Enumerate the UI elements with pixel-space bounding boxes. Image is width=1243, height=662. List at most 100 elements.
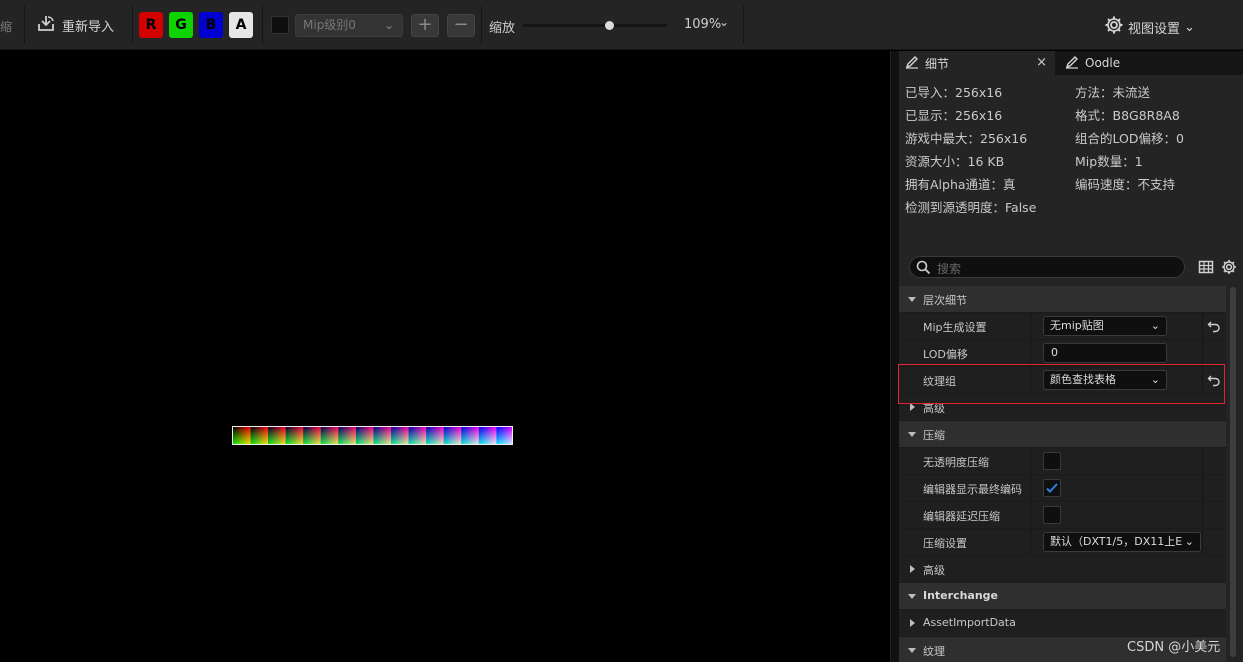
tab-details[interactable]: 细节 × <box>899 51 1055 75</box>
info-source-alpha: 检测到源透明度：False <box>905 200 1037 215</box>
property-no-alpha: 无透明度压缩 <box>899 448 1226 475</box>
tab-oodle[interactable]: Oodle <box>1059 51 1179 75</box>
no-alpha-checkbox[interactable] <box>1043 452 1061 470</box>
channel-r-toggle[interactable]: R <box>139 12 163 38</box>
mip-gen-value: 无mip贴图 <box>1050 319 1104 332</box>
editor-final-checkbox[interactable] <box>1043 479 1061 497</box>
viewer-toolbar: 缩 重新导入 R G B A Mip级别0 ⌄ + − 缩放 109% ⌄ 视图… <box>0 0 1243 50</box>
toolbar-divider <box>481 6 482 44</box>
highlight-box <box>898 364 1225 404</box>
compression-settings-label: 压缩设置 <box>923 537 967 550</box>
column-divider <box>1202 313 1203 339</box>
search-input[interactable]: 搜索 <box>909 256 1185 278</box>
reimport-button[interactable]: 重新导入 <box>36 13 114 37</box>
lod-bias-input[interactable]: 0 <box>1043 343 1167 363</box>
lut-cell-green <box>426 427 445 444</box>
zoom-value: 109% <box>684 17 722 32</box>
info-lod-bias: 组合的LOD偏移：0 <box>1075 131 1184 146</box>
no-alpha-label: 无透明度压缩 <box>923 456 989 469</box>
category-lod[interactable]: 层次细节 <box>899 286 1226 313</box>
mip-level-checkbox[interactable] <box>271 16 289 34</box>
collapsed-arrow-icon <box>910 619 915 627</box>
search-placeholder: 搜索 <box>937 262 962 276</box>
zoom-slider-thumb[interactable] <box>605 21 615 30</box>
chevron-down-icon: ⌄ <box>1182 533 1194 551</box>
reset-arrow-icon[interactable] <box>1207 319 1221 333</box>
details-panel: 细节 × Oodle 已导入：256x16 已显示：256x16 游戏中最大：2… <box>899 51 1243 662</box>
lut-cell-green <box>391 427 410 444</box>
expanded-arrow-icon <box>908 432 916 437</box>
tab-details-label: 细节 <box>925 56 950 71</box>
info-mip-count: Mip数量：1 <box>1075 154 1143 169</box>
lut-cell-green <box>268 427 287 444</box>
collapsed-arrow-icon <box>910 565 915 573</box>
property-lod-bias: LOD偏移 0 <box>899 340 1226 367</box>
category-compression[interactable]: 压缩 <box>899 421 1226 448</box>
property-compression-settings: 压缩设置 默认（DXT1/5，DX11上E ⌄ <box>899 529 1226 556</box>
mip-increase-button[interactable]: + <box>411 14 439 37</box>
editor-defer-checkbox[interactable] <box>1043 506 1061 524</box>
column-divider <box>1202 340 1203 366</box>
pencil-icon <box>905 55 919 72</box>
mip-decrease-button[interactable]: − <box>447 14 475 37</box>
column-divider <box>1202 448 1203 474</box>
watermark-text: CSDN @小美元 <box>1127 640 1221 655</box>
zoom-slider-track[interactable] <box>523 24 667 27</box>
advanced-label: 高级 <box>923 564 945 577</box>
column-divider <box>1202 502 1203 528</box>
view-settings-label: 视图设置 <box>1128 21 1181 37</box>
lut-cell-green <box>233 427 252 444</box>
column-divider <box>1202 475 1203 501</box>
toolbar-divider <box>24 6 25 44</box>
mip-level-select[interactable]: Mip级别0 ⌄ <box>295 14 403 37</box>
channel-b-toggle[interactable]: B <box>199 12 223 38</box>
tab-oodle-label: Oodle <box>1085 56 1121 70</box>
editor-final-label: 编辑器显示最终编码 <box>923 483 1022 496</box>
info-imported: 已导入：256x16 <box>905 85 1003 100</box>
toolbar-cut-label: 缩 <box>0 20 13 34</box>
category-compression-advanced[interactable]: 高级 <box>899 556 1226 583</box>
toolbar-divider <box>262 6 263 44</box>
column-divider <box>1030 475 1031 501</box>
toolbar-divider <box>743 6 744 44</box>
texture-viewport[interactable] <box>0 51 890 662</box>
chevron-down-icon: ⌄ <box>1148 317 1160 335</box>
toolbar-divider <box>132 6 133 44</box>
lut-cell-green <box>355 427 374 444</box>
expanded-arrow-icon <box>908 297 916 302</box>
info-max-ingame: 游戏中最大：256x16 <box>905 131 1028 146</box>
texture-preview <box>232 426 513 445</box>
info-resource-size: 资源大小：16 KB <box>905 154 1005 169</box>
property-asset-import-data[interactable]: AssetImportData <box>899 610 1226 637</box>
gear-icon[interactable] <box>1221 259 1237 275</box>
table-view-icon[interactable] <box>1198 259 1214 275</box>
property-list: 层次细节 Mip生成设置 无mip贴图 ⌄ LOD偏移 0 纹理组 颜色查找表格… <box>899 286 1226 662</box>
lut-cell-green <box>461 427 480 444</box>
panel-tab-bar: 细节 × Oodle <box>899 51 1243 75</box>
view-settings-button[interactable]: 视图设置 ⌄ <box>1104 15 1195 39</box>
property-mip-gen: Mip生成设置 无mip贴图 ⌄ <box>899 313 1226 340</box>
channel-a-toggle[interactable]: A <box>229 12 253 38</box>
lod-bias-label: LOD偏移 <box>923 348 968 361</box>
category-interchange[interactable]: Interchange <box>899 583 1226 610</box>
pencil-icon <box>1065 55 1079 72</box>
zoom-label: 缩放 <box>489 21 516 36</box>
gear-icon <box>1104 15 1124 39</box>
lut-cell-green <box>496 427 512 444</box>
compression-settings-select[interactable]: 默认（DXT1/5，DX11上E ⌄ <box>1043 532 1201 552</box>
lut-cell-green <box>285 427 304 444</box>
chevron-down-icon: ⌄ <box>383 18 394 32</box>
panel-splitter[interactable] <box>890 51 899 662</box>
close-icon[interactable]: × <box>1036 55 1047 70</box>
lut-cell-green <box>250 427 269 444</box>
details-scrollbar[interactable] <box>1230 287 1236 657</box>
channel-g-toggle[interactable]: G <box>169 12 193 38</box>
reimport-icon <box>36 13 56 37</box>
column-divider <box>1030 448 1031 474</box>
property-editor-defer: 编辑器延迟压缩 <box>899 502 1226 529</box>
category-texture-label: 纹理 <box>923 645 945 658</box>
mip-gen-label: Mip生成设置 <box>923 321 987 334</box>
mip-gen-select[interactable]: 无mip贴图 ⌄ <box>1043 316 1167 336</box>
column-divider <box>1030 313 1031 339</box>
property-editor-final: 编辑器显示最终编码 <box>899 475 1226 502</box>
